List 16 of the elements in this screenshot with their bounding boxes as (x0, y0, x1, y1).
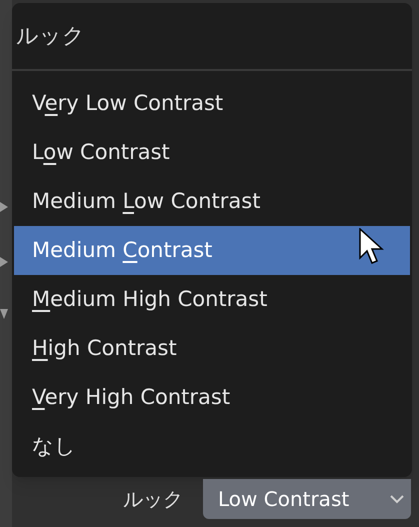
menu-item[interactable]: Very Low Contrast (14, 79, 410, 128)
expand-arrow-icon[interactable] (0, 257, 8, 267)
chevron-down-icon (389, 494, 405, 504)
collapse-arrow-icon[interactable] (0, 309, 8, 319)
menu-item[interactable]: Medium High Contrast (14, 275, 410, 324)
menu-item[interactable]: Low Contrast (14, 128, 410, 177)
expand-arrow-icon[interactable] (0, 202, 8, 212)
look-dropdown[interactable]: Low Contrast (203, 479, 411, 519)
menu-item[interactable]: なし (14, 422, 410, 471)
menu-title: ルック (16, 22, 85, 50)
field-label: ルック (123, 486, 183, 513)
menu-item[interactable]: Medium Contrast (14, 226, 410, 275)
menu-item[interactable]: High Contrast (14, 324, 410, 373)
menu-item[interactable]: Medium Low Contrast (14, 177, 410, 226)
menu-item[interactable]: Very High Contrast (14, 373, 410, 422)
mouse-cursor-icon (359, 228, 385, 266)
